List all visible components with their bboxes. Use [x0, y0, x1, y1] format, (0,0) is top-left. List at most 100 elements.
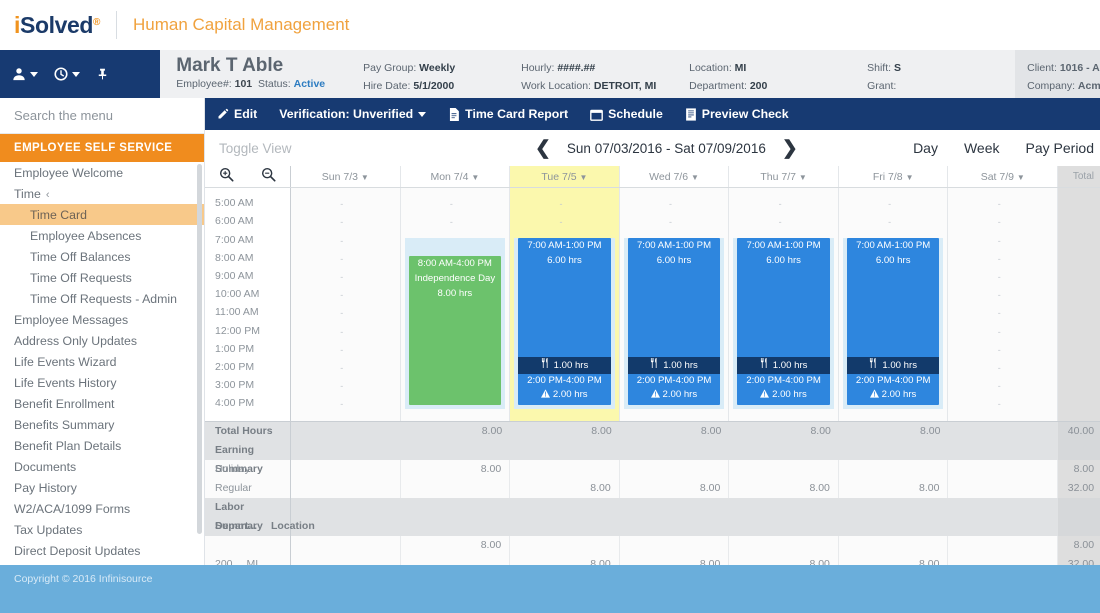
day-column-sat-7-9[interactable]: -------------- — [948, 188, 1058, 421]
day-column-sun-7-3[interactable]: -------------- — [291, 188, 401, 421]
meal-hours-label: 1.00 hrs — [773, 357, 808, 374]
summary-cell — [729, 460, 839, 479]
worked-shift-block[interactable]: 7:00 AM-1:00 PM6.00 hrs1.00 hrs2:00 PM-4… — [518, 238, 611, 405]
sidebar-item-tax-updates[interactable]: Tax Updates — [0, 519, 204, 540]
day-header-mon-7-4[interactable]: Mon 7/4 ▼ — [401, 166, 511, 187]
next-period-icon[interactable]: ❯ — [782, 139, 798, 158]
sidebar-item-employee-absences[interactable]: Employee Absences — [0, 225, 204, 246]
sidebar-item-time-off-requests[interactable]: Time Off Requests — [0, 267, 204, 288]
warning-icon — [760, 389, 769, 403]
summary-row-label: Depart...Location — [205, 517, 291, 536]
hour-tick: - — [340, 237, 343, 246]
day-header-tue-7-5[interactable]: Tue 7/5 ▼ — [510, 166, 620, 187]
holiday-block[interactable]: 8:00 AM-4:00 PMIndependence Day8.00 hrs — [409, 256, 502, 405]
day-header-sun-7-3[interactable]: Sun 7/3 ▼ — [291, 166, 401, 187]
sidebar-item-life-events-wizard[interactable]: Life Events Wizard — [0, 351, 204, 372]
day-column-wed-7-6[interactable]: --------------7:00 AM-1:00 PM6.00 hrs1.0… — [620, 188, 730, 421]
field-pay-group: Pay Group: Weekly — [363, 59, 521, 77]
meal-break-band[interactable]: 1.00 hrs — [847, 357, 940, 374]
day-column-thu-7-7[interactable]: --------------7:00 AM-1:00 PM6.00 hrs1.0… — [729, 188, 839, 421]
tab-pay-period[interactable]: Pay Period — [1026, 140, 1094, 156]
meal-break-band[interactable]: 1.00 hrs — [737, 357, 830, 374]
sidebar-item-life-events-history[interactable]: Life Events History — [0, 372, 204, 393]
calendar-grid: 4:00 AM5:00 AM6:00 AM7:00 AM8:00 AM9:00 … — [205, 188, 1100, 421]
hour-tick: - — [340, 328, 343, 337]
sidebar-item-benefit-enrollment[interactable]: Benefit Enrollment — [0, 393, 204, 414]
zoom-out-icon[interactable] — [261, 167, 276, 187]
preview-check-button[interactable]: Preview Check — [685, 107, 789, 121]
sidebar-item-employee-welcome[interactable]: Employee Welcome — [0, 162, 204, 183]
sidebar-item-documents[interactable]: Documents — [0, 456, 204, 477]
field-hourly: Hourly: ####.## — [521, 59, 689, 77]
sidebar-item-w2-aca-1099-forms[interactable]: W2/ACA/1099 Forms — [0, 498, 204, 519]
chevron-down-icon: ▼ — [361, 173, 369, 182]
afternoon-segment[interactable]: 2:00 PM-4:00 PM 2.00 hrs — [628, 374, 721, 403]
zoom-controls — [205, 166, 291, 187]
hour-tick: - — [340, 291, 343, 300]
meal-break-band[interactable]: 1.00 hrs — [628, 357, 721, 374]
isolved-logo[interactable]: iSolved® — [14, 12, 100, 39]
block-text-line: 7:00 AM-1:00 PM — [518, 238, 611, 253]
time-card-report-button[interactable]: Time Card Report — [448, 107, 568, 121]
field-value: MI — [735, 62, 747, 74]
previous-period-icon[interactable]: ❮ — [535, 139, 551, 158]
day-header-fri-7-8[interactable]: Fri 7/8 ▼ — [839, 166, 949, 187]
toggle-view-label[interactable]: Toggle View — [205, 141, 292, 156]
sidebar-item-label: Pay History — [14, 481, 77, 495]
block-text-line: 6.00 hrs — [737, 253, 830, 268]
worked-shift-block[interactable]: 7:00 AM-1:00 PM6.00 hrs1.00 hrs2:00 PM-4… — [737, 238, 830, 405]
summary-row: Earning Summary — [205, 441, 1100, 460]
edit-pencil-icon — [217, 108, 229, 120]
day-column-tue-7-5[interactable]: --------------7:00 AM-1:00 PM6.00 hrs1.0… — [510, 188, 620, 421]
verification-dropdown[interactable]: Verification: Unverified — [279, 107, 426, 121]
summary-cell: 8.00 — [620, 479, 730, 498]
day-header-label: Fri 7/8 — [873, 171, 903, 183]
user-menu-button[interactable] — [12, 67, 38, 81]
afternoon-segment[interactable]: 2:00 PM-4:00 PM 2.00 hrs — [518, 374, 611, 403]
tab-week[interactable]: Week — [964, 140, 1000, 156]
tab-day[interactable]: Day — [913, 140, 938, 156]
schedule-button[interactable]: Schedule — [590, 107, 663, 121]
meal-hours-label: 1.00 hrs — [663, 357, 698, 374]
search-menu-input[interactable]: Search the menu — [0, 98, 204, 134]
afternoon-segment[interactable]: 2:00 PM-4:00 PM 2.00 hrs — [847, 374, 940, 403]
sidebar-item-employee-messages[interactable]: Employee Messages — [0, 309, 204, 330]
sidebar-item-label: Benefit Plan Details — [14, 439, 121, 453]
worked-shift-block[interactable]: 7:00 AM-1:00 PM6.00 hrs1.00 hrs2:00 PM-4… — [847, 238, 940, 405]
zoom-in-icon[interactable] — [219, 167, 234, 187]
sidebar-item-direct-deposit-updates[interactable]: Direct Deposit Updates — [0, 540, 204, 557]
sidebar-item-address-only-updates[interactable]: Address Only Updates — [0, 330, 204, 351]
hour-tick: - — [340, 309, 343, 318]
hour-tick: - — [450, 200, 453, 209]
clock-menu-button[interactable] — [54, 67, 80, 81]
sidebar-item-time-off-balances[interactable]: Time Off Balances — [0, 246, 204, 267]
day-column-mon-7-4[interactable]: --------------8:00 AM-4:00 PMIndependenc… — [401, 188, 511, 421]
sidebar-item-benefits-summary[interactable]: Benefits Summary — [0, 414, 204, 435]
block-text-line: 6.00 hrs — [628, 253, 721, 268]
summary-cell — [839, 498, 949, 517]
day-header-wed-7-6[interactable]: Wed 7/6 ▼ — [620, 166, 730, 187]
field-label: Pay Group: — [363, 62, 416, 74]
summary-total-cell — [1058, 441, 1100, 460]
block-text-line: 7:00 AM-1:00 PM — [847, 238, 940, 253]
sidebar-item-time-off-requests-admin[interactable]: Time Off Requests - Admin — [0, 288, 204, 309]
verification-label: Verification: Unverified — [279, 107, 413, 121]
sidebar-scrollbar[interactable] — [197, 164, 202, 534]
field-work-location: Work Location: DETROIT, MI — [521, 77, 689, 95]
sidebar-item-time-card[interactable]: Time Card — [0, 204, 204, 225]
day-header-thu-7-7[interactable]: Thu 7/7 ▼ — [729, 166, 839, 187]
time-label: 12:00 PM — [215, 325, 260, 337]
day-header-label: Wed 7/6 — [649, 171, 688, 183]
worked-shift-block[interactable]: 7:00 AM-1:00 PM6.00 hrs1.00 hrs2:00 PM-4… — [628, 238, 721, 405]
edit-button[interactable]: Edit — [217, 107, 257, 121]
afternoon-segment[interactable]: 2:00 PM-4:00 PM 2.00 hrs — [737, 374, 830, 403]
sidebar-item-benefit-plan-details[interactable]: Benefit Plan Details — [0, 435, 204, 456]
meal-break-band[interactable]: 1.00 hrs — [518, 357, 611, 374]
field-value: 1016 - Acm — [1060, 62, 1100, 74]
day-header-sat-7-9[interactable]: Sat 7/9 ▼ — [948, 166, 1058, 187]
sidebar-item-pay-history[interactable]: Pay History — [0, 477, 204, 498]
day-column-fri-7-8[interactable]: --------------7:00 AM-1:00 PM6.00 hrs1.0… — [839, 188, 949, 421]
hour-tick: - — [998, 419, 1001, 421]
pin-button[interactable] — [96, 67, 109, 81]
sidebar-item-time[interactable]: Time‹ — [0, 183, 204, 204]
